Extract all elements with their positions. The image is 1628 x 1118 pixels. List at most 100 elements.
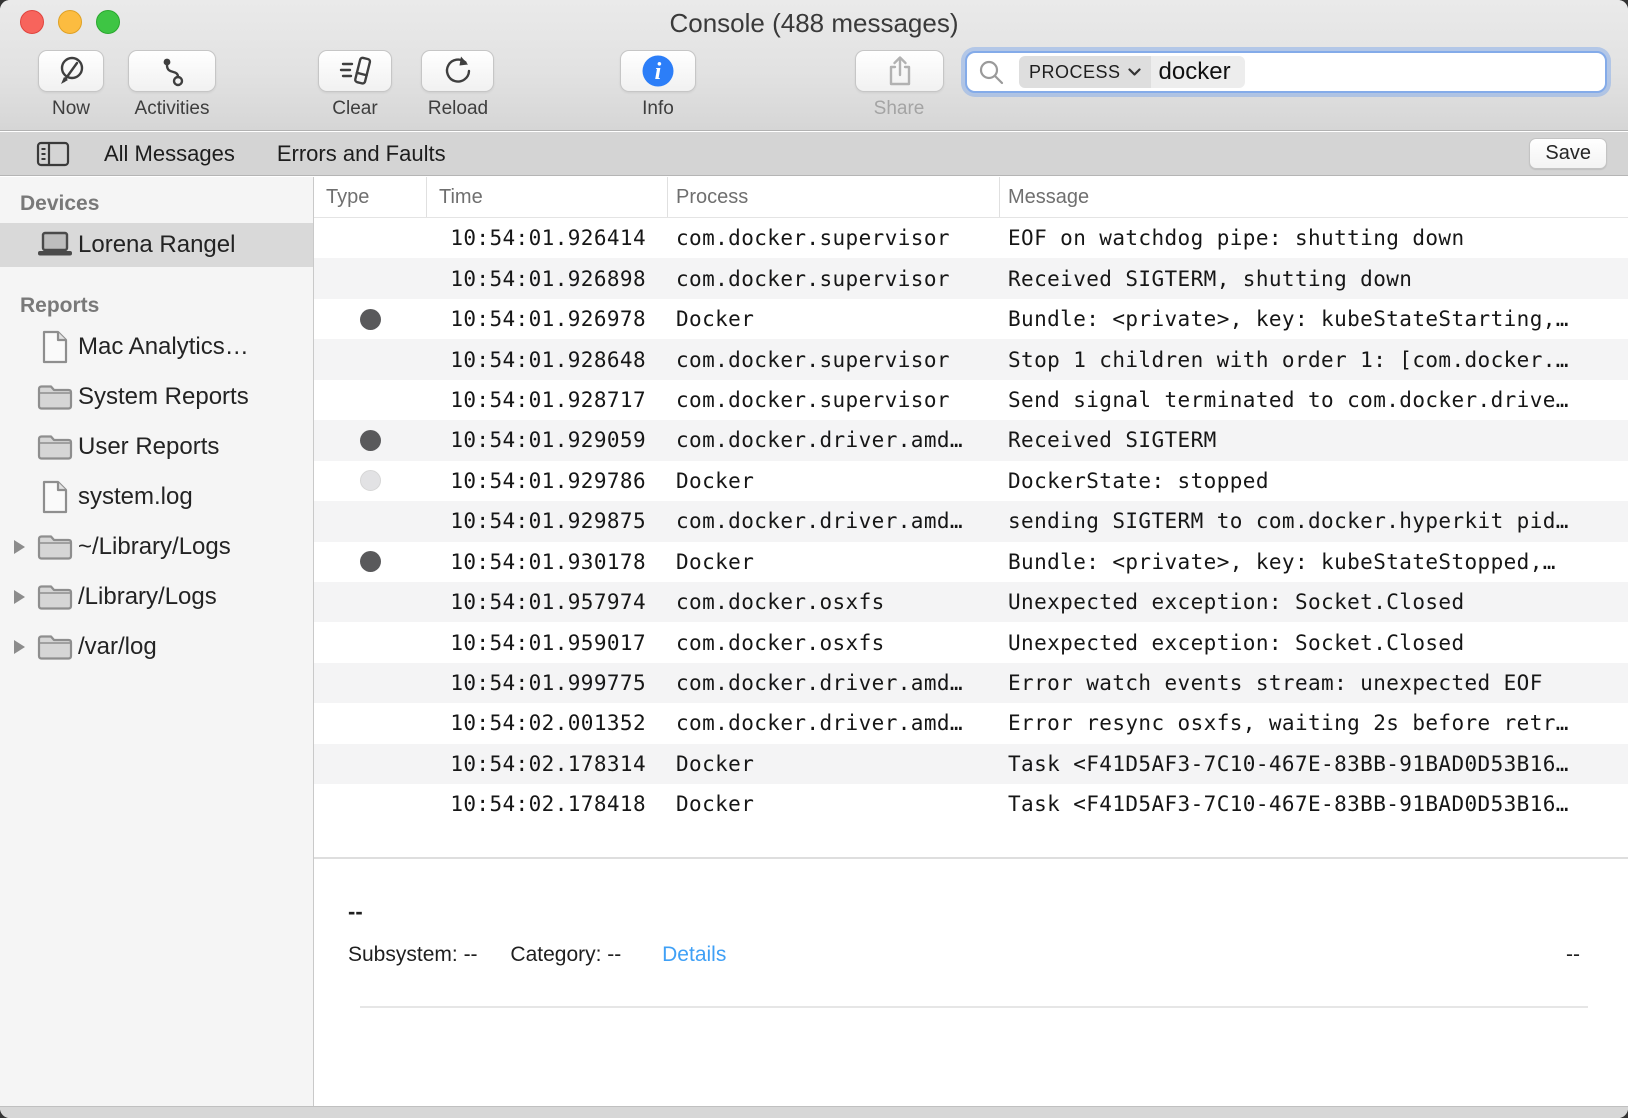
now-button[interactable]	[38, 50, 104, 92]
column-header-time[interactable]: Time	[427, 177, 668, 217]
log-row[interactable]: 10:54:01.929875com.docker.driver.amd…sen…	[314, 501, 1628, 541]
log-row[interactable]: 10:54:01.928648com.docker.supervisorStop…	[314, 339, 1628, 379]
log-row[interactable]: 10:54:01.926414com.docker.supervisorEOF …	[314, 218, 1628, 258]
log-message-cell: EOF on watchdog pipe: shutting down	[1000, 226, 1628, 250]
log-process-cell: Docker	[668, 469, 1000, 493]
filter-bar: All Messages Errors and Faults Save	[0, 132, 1628, 176]
search-filter-token-label: PROCESS	[1029, 62, 1121, 83]
log-message-cell: Received SIGTERM	[1000, 428, 1628, 452]
search-filter-token[interactable]: PROCESS	[1019, 56, 1151, 88]
log-type-dot-dark	[360, 309, 381, 330]
log-row[interactable]: 10:54:01.930178DockerBundle: <private>, …	[314, 542, 1628, 582]
log-message-cell: DockerState: stopped	[1000, 469, 1628, 493]
sidebar-item[interactable]: /Library/Logs	[0, 575, 313, 619]
disclosure-triangle-icon[interactable]	[14, 640, 25, 654]
log-process-cell: com.docker.supervisor	[668, 226, 1000, 250]
log-row[interactable]: 10:54:02.001352com.docker.driver.amd…Err…	[314, 703, 1628, 743]
sidebar-item[interactable]: ~/Library/Logs	[0, 525, 313, 569]
laptop-icon	[36, 231, 74, 259]
detail-meta: Subsystem: -- Category: -- Details	[348, 943, 726, 967]
share-button-label: Share	[874, 98, 925, 120]
log-message-cell: Send signal terminated to com.docker.dri…	[1000, 388, 1628, 412]
log-time-cell: 10:54:01.957974	[427, 590, 668, 614]
log-row[interactable]: 10:54:01.926898com.docker.supervisorRece…	[314, 258, 1628, 298]
folder-icon	[36, 533, 74, 561]
log-type-cell	[314, 309, 427, 330]
sidebar-item[interactable]: User Reports	[0, 425, 313, 469]
log-row[interactable]: 10:54:01.926978DockerBundle: <private>, …	[314, 299, 1628, 339]
sidebar-item-label: Lorena Rangel	[78, 231, 235, 259]
sidebar-item-label: ~/Library/Logs	[78, 533, 231, 561]
sidebar-item-label: User Reports	[78, 433, 219, 461]
log-type-cell	[314, 551, 427, 572]
log-time-cell: 10:54:01.999775	[427, 671, 668, 695]
column-header-message[interactable]: Message	[1000, 177, 1628, 217]
search-query-text[interactable]: docker	[1151, 56, 1245, 88]
log-row[interactable]: 10:54:01.959017com.docker.osxfsUnexpecte…	[314, 622, 1628, 662]
log-message-cell: Unexpected exception: Socket.Closed	[1000, 631, 1628, 655]
document-icon	[36, 330, 74, 364]
disclosure-triangle-icon[interactable]	[14, 590, 25, 604]
search-field[interactable]: PROCESS docker	[965, 51, 1607, 93]
log-row[interactable]: 10:54:01.929786DockerDockerState: stoppe…	[314, 461, 1628, 501]
sidebar-item[interactable]: System Reports	[0, 375, 313, 419]
info-button[interactable]: i	[620, 50, 696, 92]
log-row[interactable]: 10:54:02.178314DockerTask <F41D5AF3-7C10…	[314, 744, 1628, 784]
sidebar-item-label: /var/log	[78, 633, 157, 661]
info-button-label: Info	[642, 98, 674, 120]
log-message-cell: Unexpected exception: Socket.Closed	[1000, 590, 1628, 614]
log-time-cell: 10:54:02.178314	[427, 752, 668, 776]
sidebar-item-label: /Library/Logs	[78, 583, 217, 611]
log-row[interactable]: 10:54:01.957974com.docker.osxfsUnexpecte…	[314, 582, 1628, 622]
sidebar-item[interactable]: Mac Analytics…	[0, 325, 313, 369]
log-time-cell: 10:54:02.001352	[427, 711, 668, 735]
disclosure-triangle-icon[interactable]	[14, 540, 25, 554]
log-process-cell: com.docker.supervisor	[668, 388, 1000, 412]
log-type-dot-dark	[360, 430, 381, 451]
sidebar-toggle-button[interactable]	[36, 140, 70, 168]
log-row[interactable]: 10:54:01.928717com.docker.supervisorSend…	[314, 380, 1628, 420]
sidebar-section-title: Devices	[20, 191, 313, 217]
log-time-cell: 10:54:01.926414	[427, 226, 668, 250]
column-header-process[interactable]: Process	[668, 177, 1000, 217]
clear-button[interactable]	[318, 50, 392, 92]
log-type-dot-light	[360, 470, 381, 491]
activities-button[interactable]	[128, 50, 216, 92]
log-time-cell: 10:54:01.926978	[427, 307, 668, 331]
activities-button-label: Activities	[135, 98, 210, 120]
sidebar-item[interactable]: /var/log	[0, 625, 313, 669]
info-icon: i	[640, 53, 676, 89]
clear-button-label: Clear	[332, 98, 377, 120]
reload-icon	[440, 53, 476, 89]
log-message-cell: Received SIGTERM, shutting down	[1000, 267, 1628, 291]
log-process-cell: com.docker.driver.amd…	[668, 428, 1000, 452]
reload-button[interactable]	[421, 50, 494, 92]
log-message-cell: Bundle: <private>, key: kubeStateStartin…	[1000, 307, 1628, 331]
sidebar-item-label: System Reports	[78, 383, 249, 411]
tab-all-messages[interactable]: All Messages	[104, 141, 235, 167]
log-process-cell: Docker	[668, 792, 1000, 816]
sidebar-item[interactable]: Lorena Rangel	[0, 223, 313, 267]
log-process-cell: com.docker.osxfs	[668, 631, 1000, 655]
log-process-cell: com.docker.driver.amd…	[668, 671, 1000, 695]
log-message-cell: Bundle: <private>, key: kubeStateStopped…	[1000, 550, 1628, 574]
reload-button-label: Reload	[428, 98, 488, 120]
log-row[interactable]: 10:54:01.999775com.docker.driver.amd…Err…	[314, 663, 1628, 703]
log-row[interactable]: 10:54:02.178418DockerTask <F41D5AF3-7C10…	[314, 784, 1628, 824]
share-button[interactable]	[855, 50, 944, 92]
column-header-type[interactable]: Type	[314, 177, 427, 217]
details-link[interactable]: Details	[662, 943, 726, 966]
detail-subsystem-value: --	[464, 943, 478, 966]
save-button[interactable]: Save	[1529, 138, 1607, 169]
folder-icon	[36, 633, 74, 661]
log-time-cell: 10:54:01.959017	[427, 631, 668, 655]
chevron-down-icon	[1128, 68, 1141, 77]
tab-errors-and-faults[interactable]: Errors and Faults	[277, 141, 446, 167]
now-button-label: Now	[52, 98, 90, 120]
log-process-cell: com.docker.driver.amd…	[668, 509, 1000, 533]
log-row[interactable]: 10:54:01.929059com.docker.driver.amd…Rec…	[314, 420, 1628, 460]
sidebar-item[interactable]: system.log	[0, 475, 313, 519]
log-message-cell: Task <F41D5AF3-7C10-467E-83BB-91BAD0D53B…	[1000, 752, 1628, 776]
log-pane: Type Time Process Message 10:54:01.92641…	[314, 177, 1628, 1106]
log-time-cell: 10:54:01.926898	[427, 267, 668, 291]
